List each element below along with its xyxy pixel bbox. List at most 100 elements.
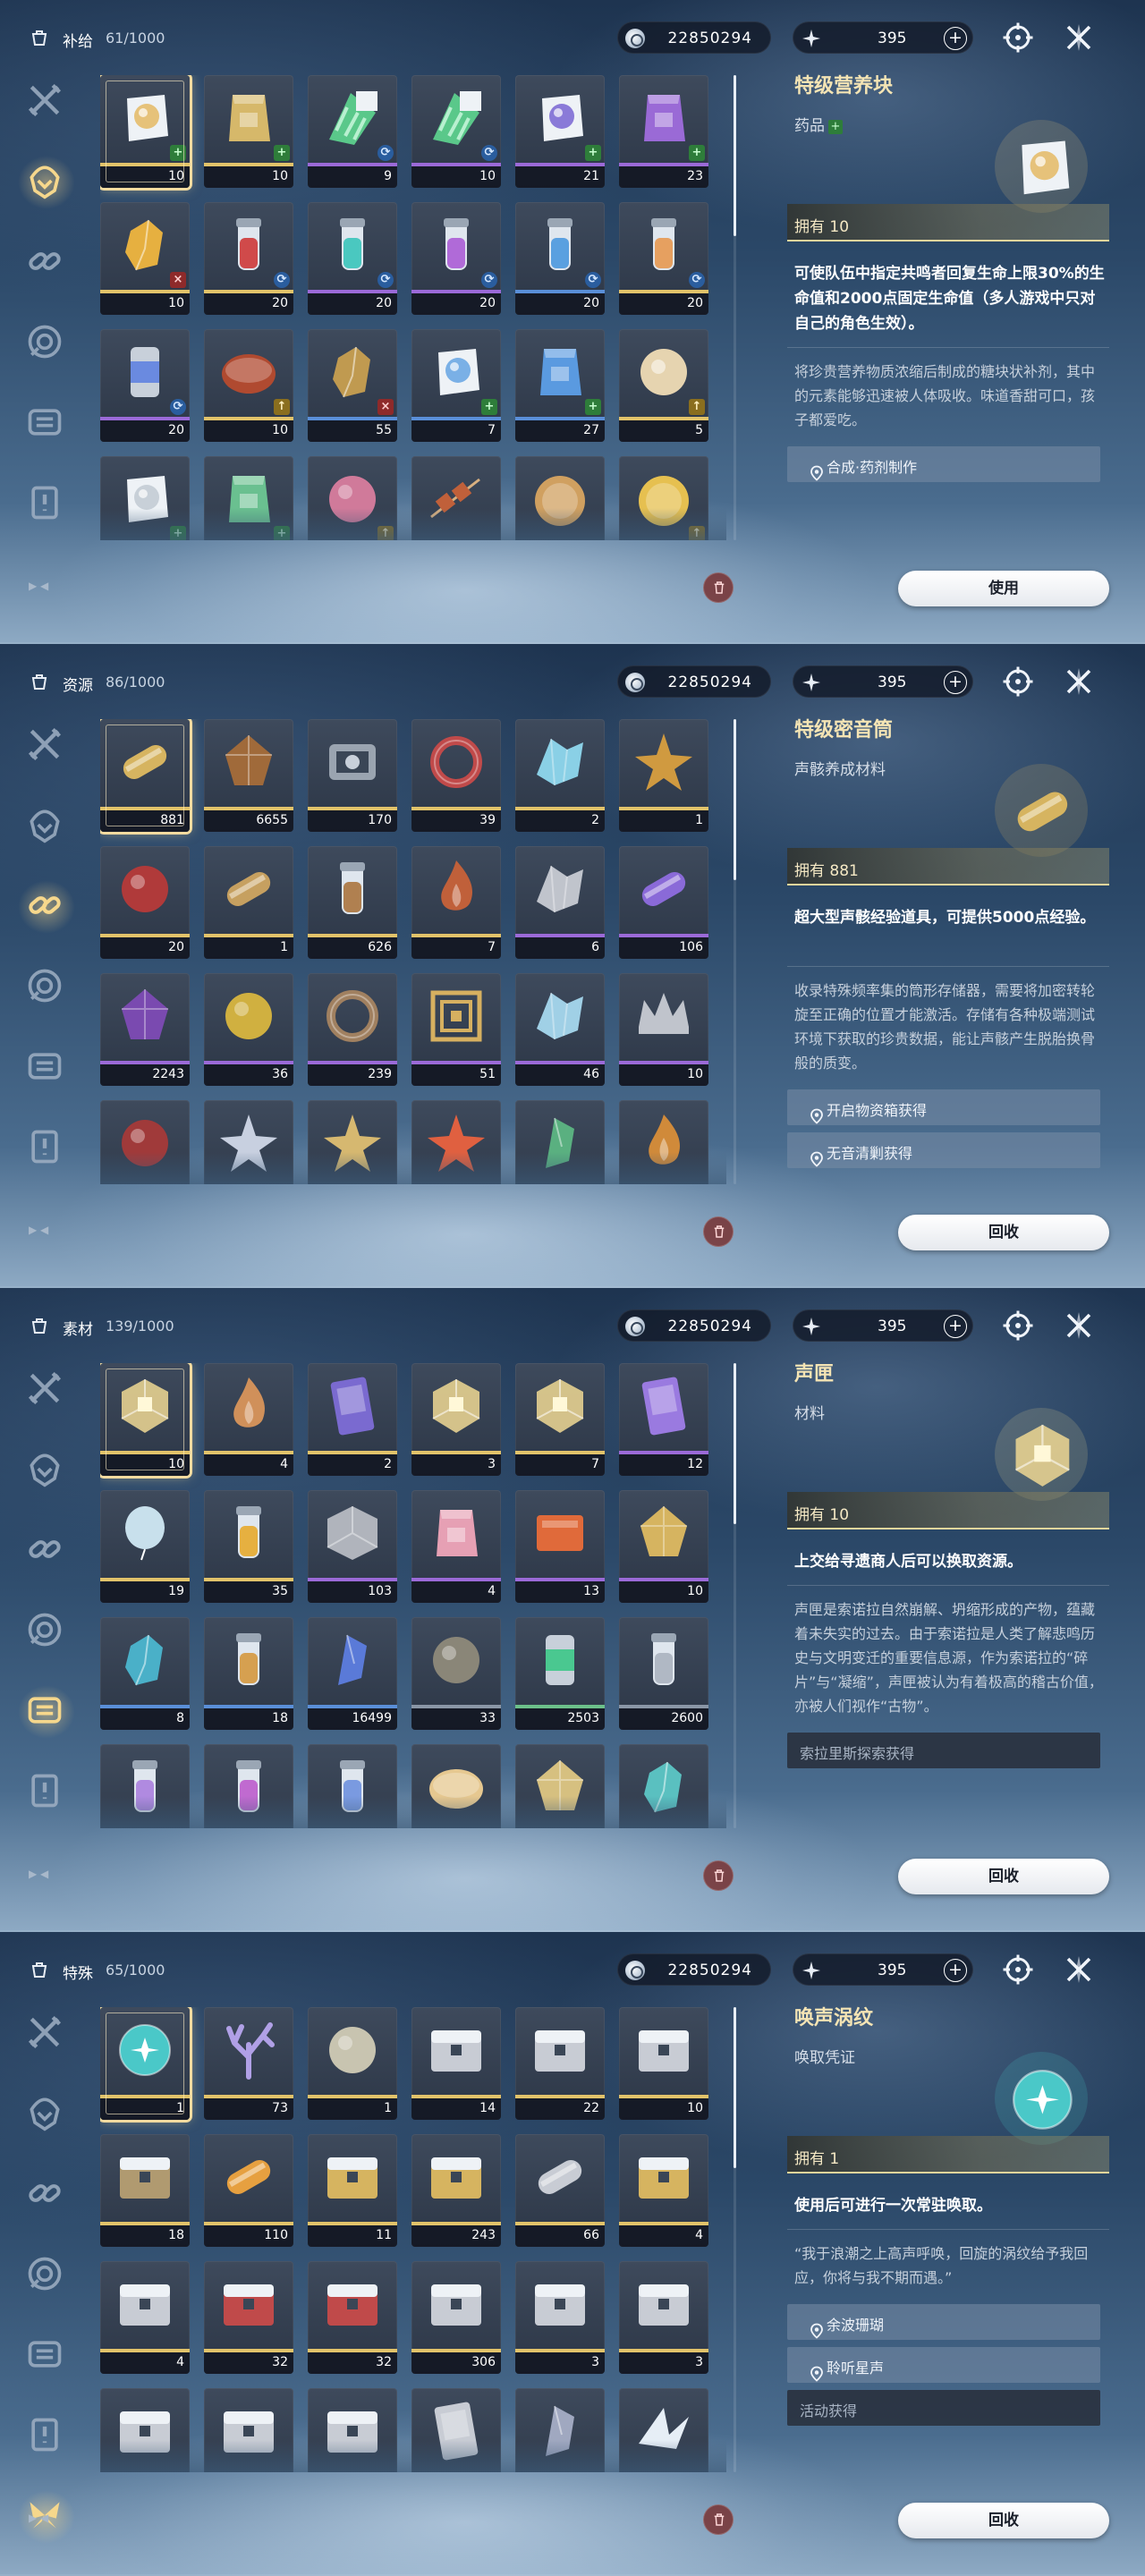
item-slot[interactable]: 2243	[100, 973, 190, 1086]
discard-button[interactable]	[703, 572, 734, 603]
item-slot[interactable]: 2	[515, 719, 605, 832]
sonar-icon[interactable]	[25, 1610, 68, 1653]
acquisition-source[interactable]: 开启物资箱获得	[787, 1089, 1100, 1125]
item-slot[interactable]: 239	[308, 973, 397, 1086]
item-slot[interactable]: ⟳ 20	[515, 202, 605, 315]
close-icon[interactable]	[1063, 665, 1095, 698]
item-slot[interactable]: 33	[411, 1617, 501, 1730]
acquisition-source[interactable]: 聆听星声	[787, 2347, 1100, 2383]
link-chain-icon[interactable]	[25, 242, 68, 284]
item-slot[interactable]: 3	[515, 2261, 605, 2374]
link-chain-icon[interactable]	[25, 1530, 68, 1572]
grid-scrollbar[interactable]	[734, 1363, 736, 1828]
item-slot[interactable]	[515, 1100, 605, 1184]
collapse-arrow-icon[interactable]: ▶ ◀	[29, 2512, 48, 2524]
item-slot[interactable]	[411, 456, 501, 540]
collapse-arrow-icon[interactable]: ▶ ◀	[29, 1224, 48, 1236]
item-slot[interactable]: 2	[308, 1363, 397, 1476]
item-slot[interactable]: 106	[619, 846, 708, 959]
item-slot[interactable]: 3	[411, 1363, 501, 1476]
box-icon[interactable]	[25, 2334, 68, 2377]
item-slot[interactable]: +10	[204, 75, 293, 188]
item-slot[interactable]: 32	[204, 2261, 293, 2374]
acquisition-source[interactable]: 合成·药剂制作	[787, 446, 1100, 482]
item-slot[interactable]: +7	[411, 329, 501, 442]
item-slot[interactable]: +	[204, 456, 293, 540]
item-slot[interactable]: 4	[619, 2134, 708, 2247]
item-slot[interactable]: 881	[100, 719, 190, 832]
item-slot[interactable]: 2503	[515, 1617, 605, 1730]
item-slot[interactable]: ↑	[308, 456, 397, 540]
helmet-icon[interactable]	[25, 805, 68, 848]
item-slot[interactable]: ⟳ 9	[308, 75, 397, 188]
item-slot[interactable]: +27	[515, 329, 605, 442]
collapse-arrow-icon[interactable]: ▶ ◀	[29, 580, 48, 592]
item-slot[interactable]: 4	[204, 1363, 293, 1476]
add-energy-button[interactable]: +	[944, 1959, 967, 1982]
grid-scrollbar[interactable]	[734, 75, 736, 540]
item-slot[interactable]: 18	[100, 2134, 190, 2247]
document-icon[interactable]	[25, 2415, 68, 2458]
link-chain-icon[interactable]	[25, 2174, 68, 2216]
acquisition-source[interactable]: 余波珊瑚	[787, 2304, 1100, 2340]
item-slot[interactable]: ⟳ 20	[100, 329, 190, 442]
crossed-swords-icon[interactable]	[25, 724, 68, 767]
item-slot[interactable]: 51	[411, 973, 501, 1086]
item-slot[interactable]: ↑ 10	[204, 329, 293, 442]
item-slot[interactable]: 243	[411, 2134, 501, 2247]
scrollbar-thumb[interactable]	[734, 2007, 736, 2168]
discard-button[interactable]	[703, 1860, 734, 1891]
sonar-icon[interactable]	[25, 966, 68, 1009]
item-slot[interactable]: 1	[308, 2007, 397, 2120]
item-slot[interactable]: 73	[204, 2007, 293, 2120]
item-slot[interactable]: 110	[204, 2134, 293, 2247]
item-slot[interactable]: 46	[515, 973, 605, 1086]
crosshair-icon[interactable]	[1002, 1309, 1034, 1342]
item-slot[interactable]: 1	[100, 2007, 190, 2120]
item-slot[interactable]: ↑	[619, 456, 708, 540]
item-slot[interactable]: 22	[515, 2007, 605, 2120]
item-slot[interactable]: 4	[411, 1490, 501, 1603]
item-slot[interactable]	[619, 1100, 708, 1184]
item-slot[interactable]: 7	[411, 846, 501, 959]
item-slot[interactable]: 10	[619, 2007, 708, 2120]
crossed-swords-icon[interactable]	[25, 2012, 68, 2055]
item-slot[interactable]	[204, 1744, 293, 1828]
box-icon[interactable]	[18, 1685, 75, 1739]
item-slot[interactable]: ⟳ 20	[308, 202, 397, 315]
item-slot[interactable]: 8	[100, 1617, 190, 1730]
item-slot[interactable]	[308, 2388, 397, 2472]
add-energy-button[interactable]: +	[944, 671, 967, 694]
item-slot[interactable]	[515, 456, 605, 540]
primary-action-button[interactable]: 回收	[898, 1859, 1109, 1894]
sonar-icon[interactable]	[25, 322, 68, 365]
item-slot[interactable]: +	[100, 456, 190, 540]
box-icon[interactable]	[25, 1046, 68, 1089]
item-slot[interactable]: 6	[515, 846, 605, 959]
close-icon[interactable]	[1063, 1309, 1095, 1342]
crosshair-icon[interactable]	[1002, 1953, 1034, 1986]
primary-action-button[interactable]: 回收	[898, 1215, 1109, 1250]
scrollbar-thumb[interactable]	[734, 1363, 736, 1524]
helmet-icon[interactable]	[25, 1449, 68, 1492]
add-energy-button[interactable]: +	[944, 1315, 967, 1338]
item-slot[interactable]: 626	[308, 846, 397, 959]
item-slot[interactable]: 103	[308, 1490, 397, 1603]
primary-action-button[interactable]: 回收	[898, 2503, 1109, 2538]
link-chain-icon[interactable]	[18, 880, 75, 934]
item-slot[interactable]: × 10	[100, 202, 190, 315]
box-icon[interactable]	[25, 402, 68, 445]
item-slot[interactable]: ⟳ 20	[204, 202, 293, 315]
item-slot[interactable]	[308, 1100, 397, 1184]
item-slot[interactable]: 32	[308, 2261, 397, 2374]
collapse-arrow-icon[interactable]: ▶ ◀	[29, 1868, 48, 1880]
item-slot[interactable]: 170	[308, 719, 397, 832]
item-slot[interactable]: 36	[204, 973, 293, 1086]
item-slot[interactable]	[204, 1100, 293, 1184]
item-slot[interactable]: 14	[411, 2007, 501, 2120]
crossed-swords-icon[interactable]	[25, 1368, 68, 1411]
item-slot[interactable]	[515, 1744, 605, 1828]
item-slot[interactable]: 1	[619, 719, 708, 832]
grid-scrollbar[interactable]	[734, 2007, 736, 2472]
acquisition-source[interactable]: 无音清剿获得	[787, 1132, 1100, 1168]
